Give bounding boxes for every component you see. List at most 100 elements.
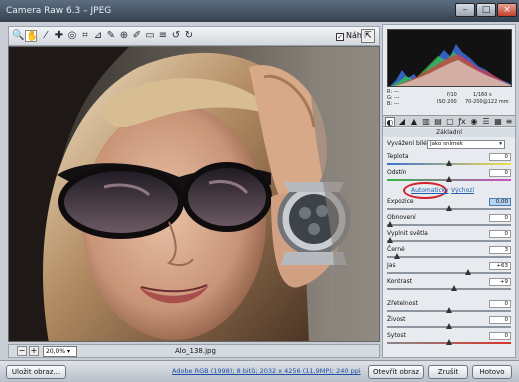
slider-label: Zřetelnost xyxy=(387,300,418,307)
minimize-button[interactable]: – xyxy=(455,3,475,17)
slider-thumb[interactable] xyxy=(446,307,452,313)
crop-tool-icon[interactable]: ⌗ xyxy=(79,30,91,42)
shutter-value: 1/160 s xyxy=(473,92,492,98)
slider-value[interactable]: 0 xyxy=(489,332,511,340)
slider-saturation: Sytost 0 xyxy=(387,332,511,346)
slider-track[interactable] xyxy=(387,256,511,258)
straighten-tool-icon[interactable]: ⊿ xyxy=(92,30,104,42)
graduated-filter-icon[interactable]: ▭ xyxy=(144,30,156,42)
slider-track[interactable] xyxy=(387,240,511,242)
color-sampler-tool-icon[interactable]: ✚ xyxy=(53,30,65,42)
tab-camera-calibration-icon[interactable]: ◉ xyxy=(469,117,479,127)
preferences-icon[interactable]: ≡ xyxy=(157,30,169,42)
slider-thumb[interactable] xyxy=(446,176,452,182)
save-image-button[interactable]: Uložit obraz... xyxy=(6,365,66,379)
slider-value[interactable]: 3 xyxy=(489,246,511,254)
auto-link[interactable]: Automaticky xyxy=(411,186,449,196)
maximize-button[interactable]: □ xyxy=(476,3,496,17)
slider-label: Expozice xyxy=(387,198,414,205)
tab-detail-icon[interactable]: ▲ xyxy=(409,117,419,127)
tab-tone-curve-icon[interactable]: ◢ xyxy=(397,117,407,127)
white-balance-value: Jako snímek xyxy=(430,141,463,147)
slider-recovery: Obnovení 0 xyxy=(387,214,511,228)
fullscreen-icon[interactable]: ⇱ xyxy=(361,29,375,43)
white-balance-label: Vyvážení bílé: xyxy=(387,140,429,147)
portrait-photo xyxy=(9,47,379,341)
tab-split-toning-icon[interactable]: ▤ xyxy=(433,117,443,127)
slider-exposure: Expozice 0,00 xyxy=(387,198,511,212)
panel-tabs: ◐ ◢ ▲ ▥ ▤ ▢ ƒx ◉ ☰ ▦ ≡ xyxy=(383,115,515,127)
toolbar: 🔍 ✋ ⁄ ✚ ◎ ⌗ ⊿ ✎ ⊕ ✐ ▭ ≡ ↺ ↻ ✓Náhled ⇱ xyxy=(8,26,380,46)
preview-checkbox[interactable]: ✓ xyxy=(336,33,344,41)
chevron-down-icon: ▾ xyxy=(499,141,502,147)
tab-effects-icon[interactable]: ƒx xyxy=(457,117,467,127)
slider-track[interactable] xyxy=(387,224,511,226)
slider-thumb[interactable] xyxy=(446,323,452,329)
zoom-in-button[interactable]: + xyxy=(29,346,39,356)
close-button[interactable]: × xyxy=(497,3,517,17)
histogram-graph xyxy=(390,44,511,86)
slider-value[interactable]: 0 xyxy=(489,300,511,308)
rotate-left-icon[interactable]: ↺ xyxy=(170,30,182,42)
default-link[interactable]: Výchozí xyxy=(451,186,474,196)
slider-value[interactable]: 0 xyxy=(489,153,511,161)
tab-hsl-icon[interactable]: ▥ xyxy=(421,117,431,127)
white-balance-tool-icon[interactable]: ⁄ xyxy=(40,30,52,42)
panel-menu-icon[interactable]: ≡ xyxy=(504,117,514,127)
bottom-bar: Uložit obraz... Adobe RGB (1998); 8 bitů… xyxy=(0,360,519,382)
white-balance-row: Vyvážení bílé: Jako snímek ▾ xyxy=(387,140,511,150)
zoom-level-value: 20,0% xyxy=(46,348,66,355)
cancel-button[interactable]: Zrušit xyxy=(428,365,468,379)
slider-thumb[interactable] xyxy=(394,253,401,259)
slider-label: Černé xyxy=(387,246,405,253)
slider-value[interactable]: 0 xyxy=(489,230,511,238)
slider-thumb[interactable] xyxy=(387,237,393,243)
slider-thumb[interactable] xyxy=(446,205,452,211)
slider-thumb[interactable] xyxy=(446,160,452,166)
slider-temperature: Teplota 0 xyxy=(387,153,511,167)
zoom-tool-icon[interactable]: 🔍 xyxy=(12,30,24,42)
zoom-level-select[interactable]: 20,0% ▾ xyxy=(43,346,77,357)
slider-label: Živost xyxy=(387,316,406,323)
slider-thumb[interactable] xyxy=(446,339,452,345)
adjustment-brush-icon[interactable]: ✐ xyxy=(131,30,143,42)
red-eye-tool-icon[interactable]: ⊕ xyxy=(118,30,130,42)
adjustments-panel: R: --- G: --- B: --- f/10 1/160 s ISO 20… xyxy=(382,24,516,358)
rotate-right-icon[interactable]: ↻ xyxy=(183,30,195,42)
slider-value[interactable]: 0 xyxy=(489,169,511,177)
open-image-button[interactable]: Otevřít obraz xyxy=(368,365,424,379)
slider-label: Jas xyxy=(387,262,396,269)
readout-b: B: --- xyxy=(387,101,400,107)
zoom-out-button[interactable]: − xyxy=(17,346,27,356)
slider-value[interactable]: +63 xyxy=(489,262,511,270)
slider-track[interactable] xyxy=(387,272,511,274)
spot-removal-tool-icon[interactable]: ✎ xyxy=(105,30,117,42)
slider-label: Vyplnit světla xyxy=(387,230,428,237)
slider-label: Kontrast xyxy=(387,278,413,285)
lens-value: 70-200@122 mm xyxy=(465,99,509,105)
slider-value[interactable]: 0,00 xyxy=(489,198,511,206)
histogram-info: R: --- G: --- B: --- f/10 1/160 s ISO 20… xyxy=(387,89,512,113)
title-bar: Camera Raw 6.3 – JPEG – □ × xyxy=(0,0,519,22)
camera-raw-window: Camera Raw 6.3 – JPEG – □ × 🔍 ✋ ⁄ ✚ ◎ ⌗ … xyxy=(0,0,519,382)
slider-thumb[interactable] xyxy=(387,221,393,227)
white-balance-select[interactable]: Jako snímek ▾ xyxy=(427,140,505,149)
slider-label: Odstín xyxy=(387,169,407,176)
slider-thumb[interactable] xyxy=(450,285,457,291)
slider-value[interactable]: +9 xyxy=(489,278,511,286)
targeted-adjustment-tool-icon[interactable]: ◎ xyxy=(66,30,78,42)
image-preview[interactable] xyxy=(8,46,380,342)
tab-snapshots-icon[interactable]: ▦ xyxy=(493,117,503,127)
tab-basic-icon[interactable]: ◐ xyxy=(385,117,395,127)
file-name: Alo_138.jpg xyxy=(175,347,216,355)
slider-value[interactable]: 0 xyxy=(489,316,511,324)
slider-thumb[interactable] xyxy=(464,269,471,275)
tab-presets-icon[interactable]: ☰ xyxy=(481,117,491,127)
tab-lens-icon[interactable]: ▢ xyxy=(445,117,455,127)
done-button[interactable]: Hotovo xyxy=(472,365,512,379)
workflow-options-link[interactable]: Adobe RGB (1998); 8 bitů; 2032 x 4256 (1… xyxy=(172,367,361,375)
slider-track[interactable] xyxy=(387,288,511,290)
slider-value[interactable]: 0 xyxy=(489,214,511,222)
slider-contrast: Kontrast +9 xyxy=(387,278,511,292)
hand-tool-icon[interactable]: ✋ xyxy=(25,30,38,42)
